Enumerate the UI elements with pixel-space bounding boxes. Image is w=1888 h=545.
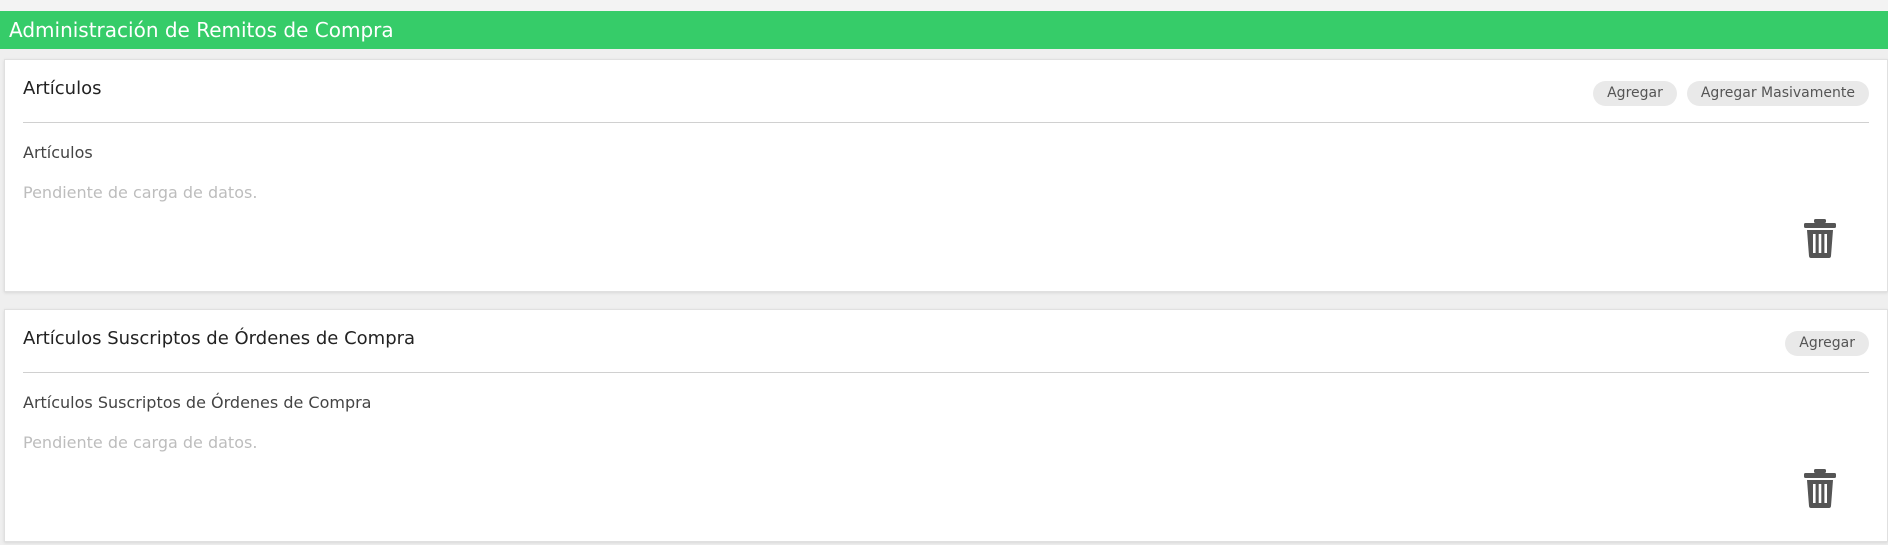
page-title: Administración de Remitos de Compra <box>0 11 1888 49</box>
trash-icon[interactable] <box>1803 468 1837 508</box>
divider <box>23 122 1869 123</box>
top-strip <box>0 0 1888 11</box>
add-button[interactable]: Agregar <box>1785 331 1869 356</box>
articulos-panel: Artículos Agregar Agregar Masivamente Ar… <box>4 59 1888 292</box>
ordenes-compra-panel: Artículos Suscriptos de Órdenes de Compr… <box>4 309 1888 542</box>
section-label: Artículos Suscriptos de Órdenes de Compr… <box>23 393 372 412</box>
section-label: Artículos <box>23 143 93 162</box>
panel-actions: Agregar <box>1785 331 1869 356</box>
bulk-add-button[interactable]: Agregar Masivamente <box>1686 81 1869 106</box>
panel-title: Artículos Suscriptos de Órdenes de Compr… <box>23 328 416 349</box>
trash-icon[interactable] <box>1803 218 1837 258</box>
add-button[interactable]: Agregar <box>1593 81 1677 106</box>
panel-actions: Agregar Agregar Masivamente <box>1593 81 1869 106</box>
panel-title: Artículos <box>23 78 102 99</box>
divider <box>23 372 1869 373</box>
empty-state-text: Pendiente de carga de datos. <box>23 433 258 452</box>
empty-state-text: Pendiente de carga de datos. <box>23 183 258 202</box>
